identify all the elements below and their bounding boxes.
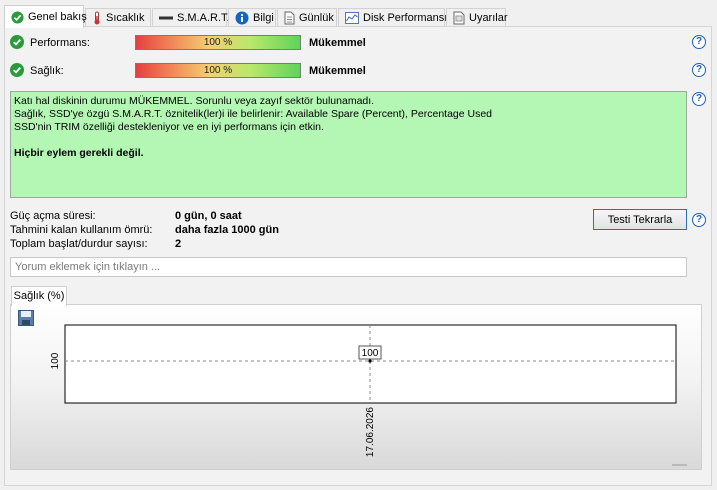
alerts-icon — [453, 11, 465, 25]
power-on-label: Güç açma süresi: — [10, 210, 96, 222]
health-bar-text: 100 % — [203, 65, 233, 76]
check-icon — [11, 10, 24, 24]
lifetime-label: Tahmini kalan kullanım ömrü: — [10, 224, 153, 236]
data-label: 100 — [362, 348, 379, 359]
performance-bar-text: 100 % — [203, 37, 233, 48]
tab-label: S.M.A.R.T. — [177, 12, 230, 24]
tab-label: Uyarılar — [469, 12, 508, 24]
startstop-label: Toplam başlat/durdur sayısı: — [10, 238, 148, 250]
retest-help-icon[interactable]: ? — [692, 213, 706, 227]
health-chart: 100 100 17.06.2026 — [50, 324, 687, 466]
y-tick-label: 100 — [50, 352, 61, 369]
performance-chart-icon — [345, 11, 359, 25]
summary-action: Hiçbir eylem gerekli değil. — [14, 147, 144, 159]
comment-input[interactable]: Yorum eklemek için tıklayın ... — [10, 257, 687, 277]
tab-overview[interactable]: Genel bakış — [4, 5, 87, 28]
performance-value: Mükemmel — [309, 37, 366, 49]
performance-label: Performans: — [30, 37, 90, 49]
tab-disk-performance[interactable]: Disk Performansı — [338, 8, 448, 27]
summary-help-icon[interactable]: ? — [692, 92, 706, 106]
health-help-icon[interactable]: ? — [692, 63, 706, 77]
tab-alerts[interactable]: Uyarılar — [446, 8, 508, 27]
performance-ok-icon — [10, 35, 24, 49]
thermometer-icon — [92, 11, 102, 25]
tab-smart[interactable]: S.M.A.R.T. — [152, 8, 230, 27]
health-bar: 100 % — [135, 63, 301, 78]
dash-icon — [159, 11, 173, 25]
retest-button[interactable]: Testi Tekrarla — [593, 209, 687, 230]
summary-line: Katı hal diskinin durumu MÜKEMMEL. Sorun… — [14, 95, 375, 107]
tab-bar: Genel bakış Sıcaklık S.M.A.R.T. Bilgi Gü… — [4, 5, 712, 28]
health-ok-icon — [10, 63, 24, 77]
tab-health-chart[interactable]: Sağlık (%) — [11, 286, 67, 306]
data-point — [368, 359, 372, 363]
health-value: Mükemmel — [309, 65, 366, 77]
tab-log[interactable]: Günlük — [277, 8, 337, 27]
performance-bar: 100 % — [135, 35, 301, 50]
performance-help-icon[interactable]: ? — [692, 35, 706, 49]
summary-line: SSD'nin TRIM özelliği destekleniyor ve e… — [14, 121, 324, 133]
tab-label: Sıcaklık — [106, 12, 145, 24]
lifetime-value: daha fazla 1000 gün — [175, 224, 279, 236]
x-tick-label: 17.06.2026 — [365, 407, 376, 457]
health-chart-area: 100 100 17.06.2026 — [10, 304, 702, 470]
tab-label: Günlük — [299, 12, 334, 24]
startstop-value: 2 — [175, 238, 182, 250]
summary-line: Sağlık, SSD'ye özgü S.M.A.R.T. öznitelik… — [14, 108, 493, 120]
tab-label: Disk Performansı — [363, 12, 448, 24]
tab-temperature[interactable]: Sıcaklık — [85, 8, 151, 27]
tab-label: Bilgi — [253, 12, 274, 24]
summary-box: Katı hal diskinin durumu MÜKEMMEL. Sorun… — [10, 91, 687, 198]
tab-label: Genel bakış — [28, 11, 87, 23]
info-icon — [235, 11, 249, 25]
tab-info[interactable]: Bilgi — [228, 8, 276, 27]
log-icon — [284, 11, 295, 25]
power-on-value: 0 gün, 0 saat — [175, 210, 242, 222]
health-label: Sağlık: — [30, 65, 64, 77]
